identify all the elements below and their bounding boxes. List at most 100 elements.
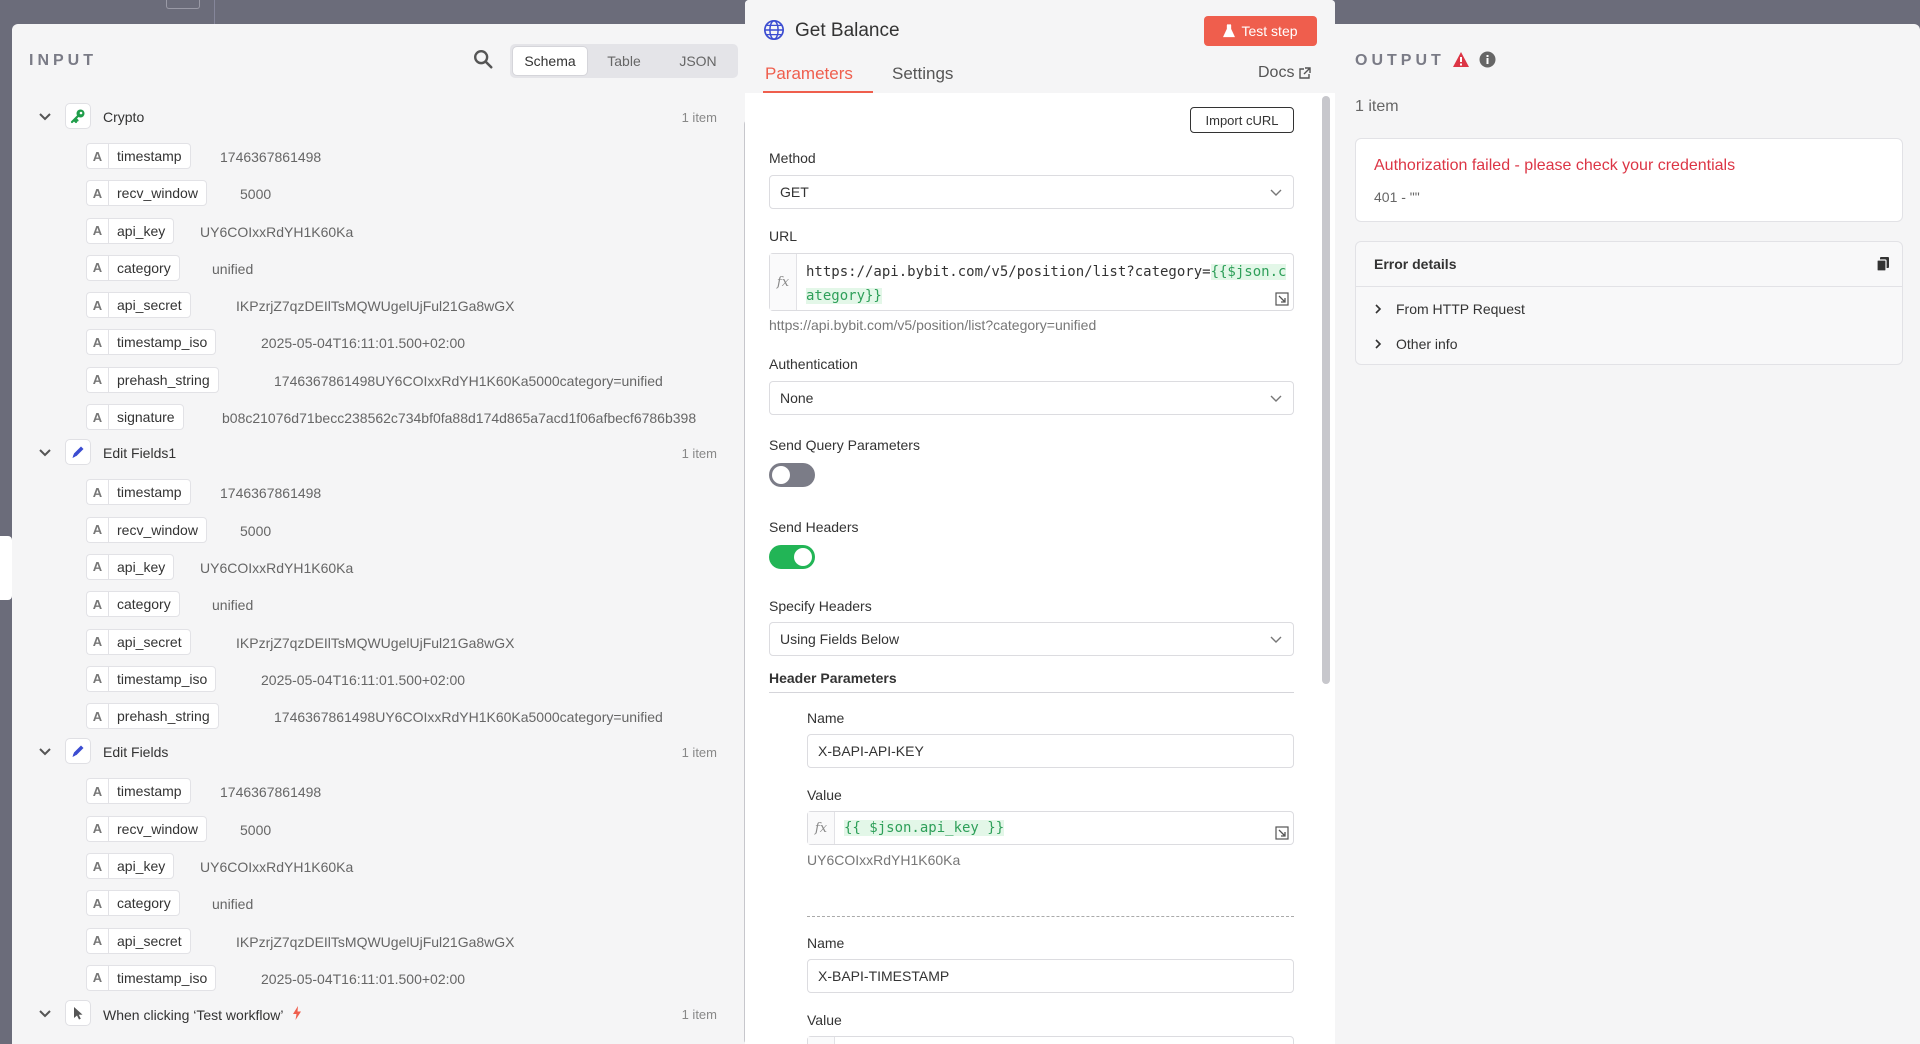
view-schema[interactable]: Schema [513,47,587,75]
header-name-input[interactable]: X-BAPI-API-KEY [807,734,1294,768]
field-key[interactable]: recv_window [108,180,207,207]
schema-group[interactable]: When clicking ‘Test workflow’ 1 item [12,995,717,1033]
schema-field[interactable]: Asignature b08c21076d71becc238562c734bf0f… [12,397,717,434]
url-expression: https://api.bybit.com/v5/position/list?c… [806,260,1290,308]
send-headers-toggle[interactable] [769,545,815,569]
field-key[interactable]: timestamp_iso [108,964,217,991]
schema-field[interactable]: Aprehash_string 1746367861498UY6COIxxRdYH… [12,360,717,397]
string-type-icon: A [86,479,108,506]
schema-field[interactable]: Aapi_key UY6COIxxRdYH1K60Ka [12,846,717,883]
string-type-icon: A [86,591,108,618]
method-select[interactable]: GET [769,175,1294,209]
schema-group[interactable]: Crypto 1 item [12,98,717,136]
send-headers-label: Send Headers [769,519,859,535]
parameters-scrollbar[interactable] [1322,96,1330,684]
schema-field[interactable]: Aapi_key UY6COIxxRdYH1K60Ka [12,547,717,584]
string-type-icon: A [86,890,108,917]
schema-field[interactable]: Atimestamp 1746367861498 [12,771,717,808]
authentication-value: None [780,390,814,406]
external-link-icon [1299,66,1312,79]
error-detail-other-info[interactable]: Other info [1374,336,1457,352]
chevron-down-icon[interactable] [37,1005,53,1021]
field-key[interactable]: category [108,254,180,281]
tab-settings[interactable]: Settings [892,64,953,84]
view-table[interactable]: Table [587,47,661,75]
schema-field[interactable]: Atimestamp 1746367861498 [12,136,717,173]
globe-icon [764,20,784,40]
field-value: UY6COIxxRdYH1K60Ka [200,559,354,576]
schema-field[interactable]: Arecv_window 5000 [12,173,717,210]
schema-field[interactable]: Atimestamp 1746367861498 [12,472,717,509]
header-value-input[interactable]: fx {{ $json.api_key }} [807,811,1294,845]
field-key[interactable]: recv_window [108,815,207,842]
schema-group[interactable]: Edit Fields1 1 item [12,434,717,472]
canvas-button-stub[interactable] [166,0,200,9]
field-key[interactable]: api_secret [108,292,191,319]
field-key[interactable]: prehash_string [108,366,219,393]
specify-headers-select[interactable]: Using Fields Below [769,622,1294,656]
schema-field[interactable]: Arecv_window 5000 [12,510,717,547]
schema-field[interactable]: Acategory unified [12,584,717,621]
header-name-input[interactable]: X-BAPI-TIMESTAMP [807,959,1294,993]
schema-field[interactable]: Acategory unified [12,248,717,285]
search-icon[interactable] [472,48,494,70]
schema-field[interactable]: Aapi_secret IKPzrjZ7qzDEIlTsMQWUgelUjFul2… [12,622,717,659]
schema-field[interactable]: Atimestamp_iso 2025-05-04T16:11:01.500+02… [12,958,717,995]
schema-group-name: Crypto [103,109,145,125]
field-key[interactable]: api_key [108,853,175,880]
field-key[interactable]: prehash_string [108,703,219,730]
schema-field[interactable]: Arecv_window 5000 [12,809,717,846]
view-json[interactable]: JSON [661,47,735,75]
field-value: 1746367861498UY6COIxxRdYH1K60Ka5000categ… [274,372,663,389]
schema-group[interactable]: Edit Fields 1 item [12,733,717,771]
import-curl-button[interactable]: Import cURL [1190,107,1294,133]
bolt-icon [292,1006,302,1023]
tab-parameters[interactable]: Parameters [765,64,853,84]
schema-field[interactable]: Acategory unified [12,883,717,920]
field-key[interactable]: timestamp [108,479,191,506]
schema-field[interactable]: Atimestamp_iso 2025-05-04T16:11:01.500+02… [12,659,717,696]
field-key[interactable]: timestamp [108,778,191,805]
field-key[interactable]: api_key [108,553,175,580]
authentication-label: Authentication [769,356,858,372]
pen-icon [65,738,91,765]
schema-field[interactable]: Atimestamp_iso 2025-05-04T16:11:01.500+02… [12,322,717,359]
field-key[interactable]: recv_window [108,516,207,543]
error-detail-from-http-request[interactable]: From HTTP Request [1374,301,1525,317]
node-title[interactable]: Get Balance [795,20,900,42]
field-key[interactable]: timestamp [108,143,191,169]
field-key[interactable]: timestamp_iso [108,329,217,356]
field-key[interactable]: api_secret [108,927,191,954]
field-value: 5000 [240,186,272,203]
expand-icon[interactable] [1275,292,1289,306]
field-key[interactable]: category [108,591,180,618]
header-value-input[interactable]: fx [807,1036,1294,1044]
field-value: IKPzrjZ7qzDEIlTsMQWUgelUjFul21Ga8wGX [236,933,515,950]
schema-field[interactable]: Aapi_key UY6COIxxRdYH1K60Ka [12,211,717,248]
string-type-icon: A [86,292,108,319]
chevron-down-icon[interactable] [37,743,53,759]
url-input[interactable]: fx https://api.bybit.com/v5/position/lis… [769,253,1294,311]
divider [769,692,1294,693]
field-value: 1746367861498UY6COIxxRdYH1K60Ka5000categ… [274,709,663,726]
test-step-button[interactable]: Test step [1204,16,1317,46]
error-detail-label: Other info [1396,336,1458,352]
node-parameters-panel: Get Balance Test step Parameters Setting… [745,0,1335,1044]
schema-field[interactable]: Aapi_secret IKPzrjZ7qzDEIlTsMQWUgelUjFul2… [12,921,717,958]
authentication-select[interactable]: None [769,381,1294,415]
info-icon[interactable] [1479,51,1496,68]
field-key[interactable]: signature [108,404,184,431]
chevron-down-icon[interactable] [37,444,53,460]
chevron-down-icon[interactable] [37,108,53,124]
schema-field[interactable]: Aprehash_string 1746367861498UY6COIxxRdYH… [12,696,717,733]
schema-field[interactable]: Aapi_secret IKPzrjZ7qzDEIlTsMQWUgelUjFul2… [12,285,717,322]
expand-icon[interactable] [1275,826,1289,840]
docs-link[interactable]: Docs [1258,64,1312,82]
send-query-toggle[interactable] [769,463,815,487]
header-name-label: Name [807,710,845,726]
field-key[interactable]: api_key [108,217,175,244]
field-key[interactable]: category [108,890,180,917]
copy-icon[interactable] [1876,256,1890,272]
field-key[interactable]: api_secret [108,628,191,655]
field-key[interactable]: timestamp_iso [108,665,217,692]
